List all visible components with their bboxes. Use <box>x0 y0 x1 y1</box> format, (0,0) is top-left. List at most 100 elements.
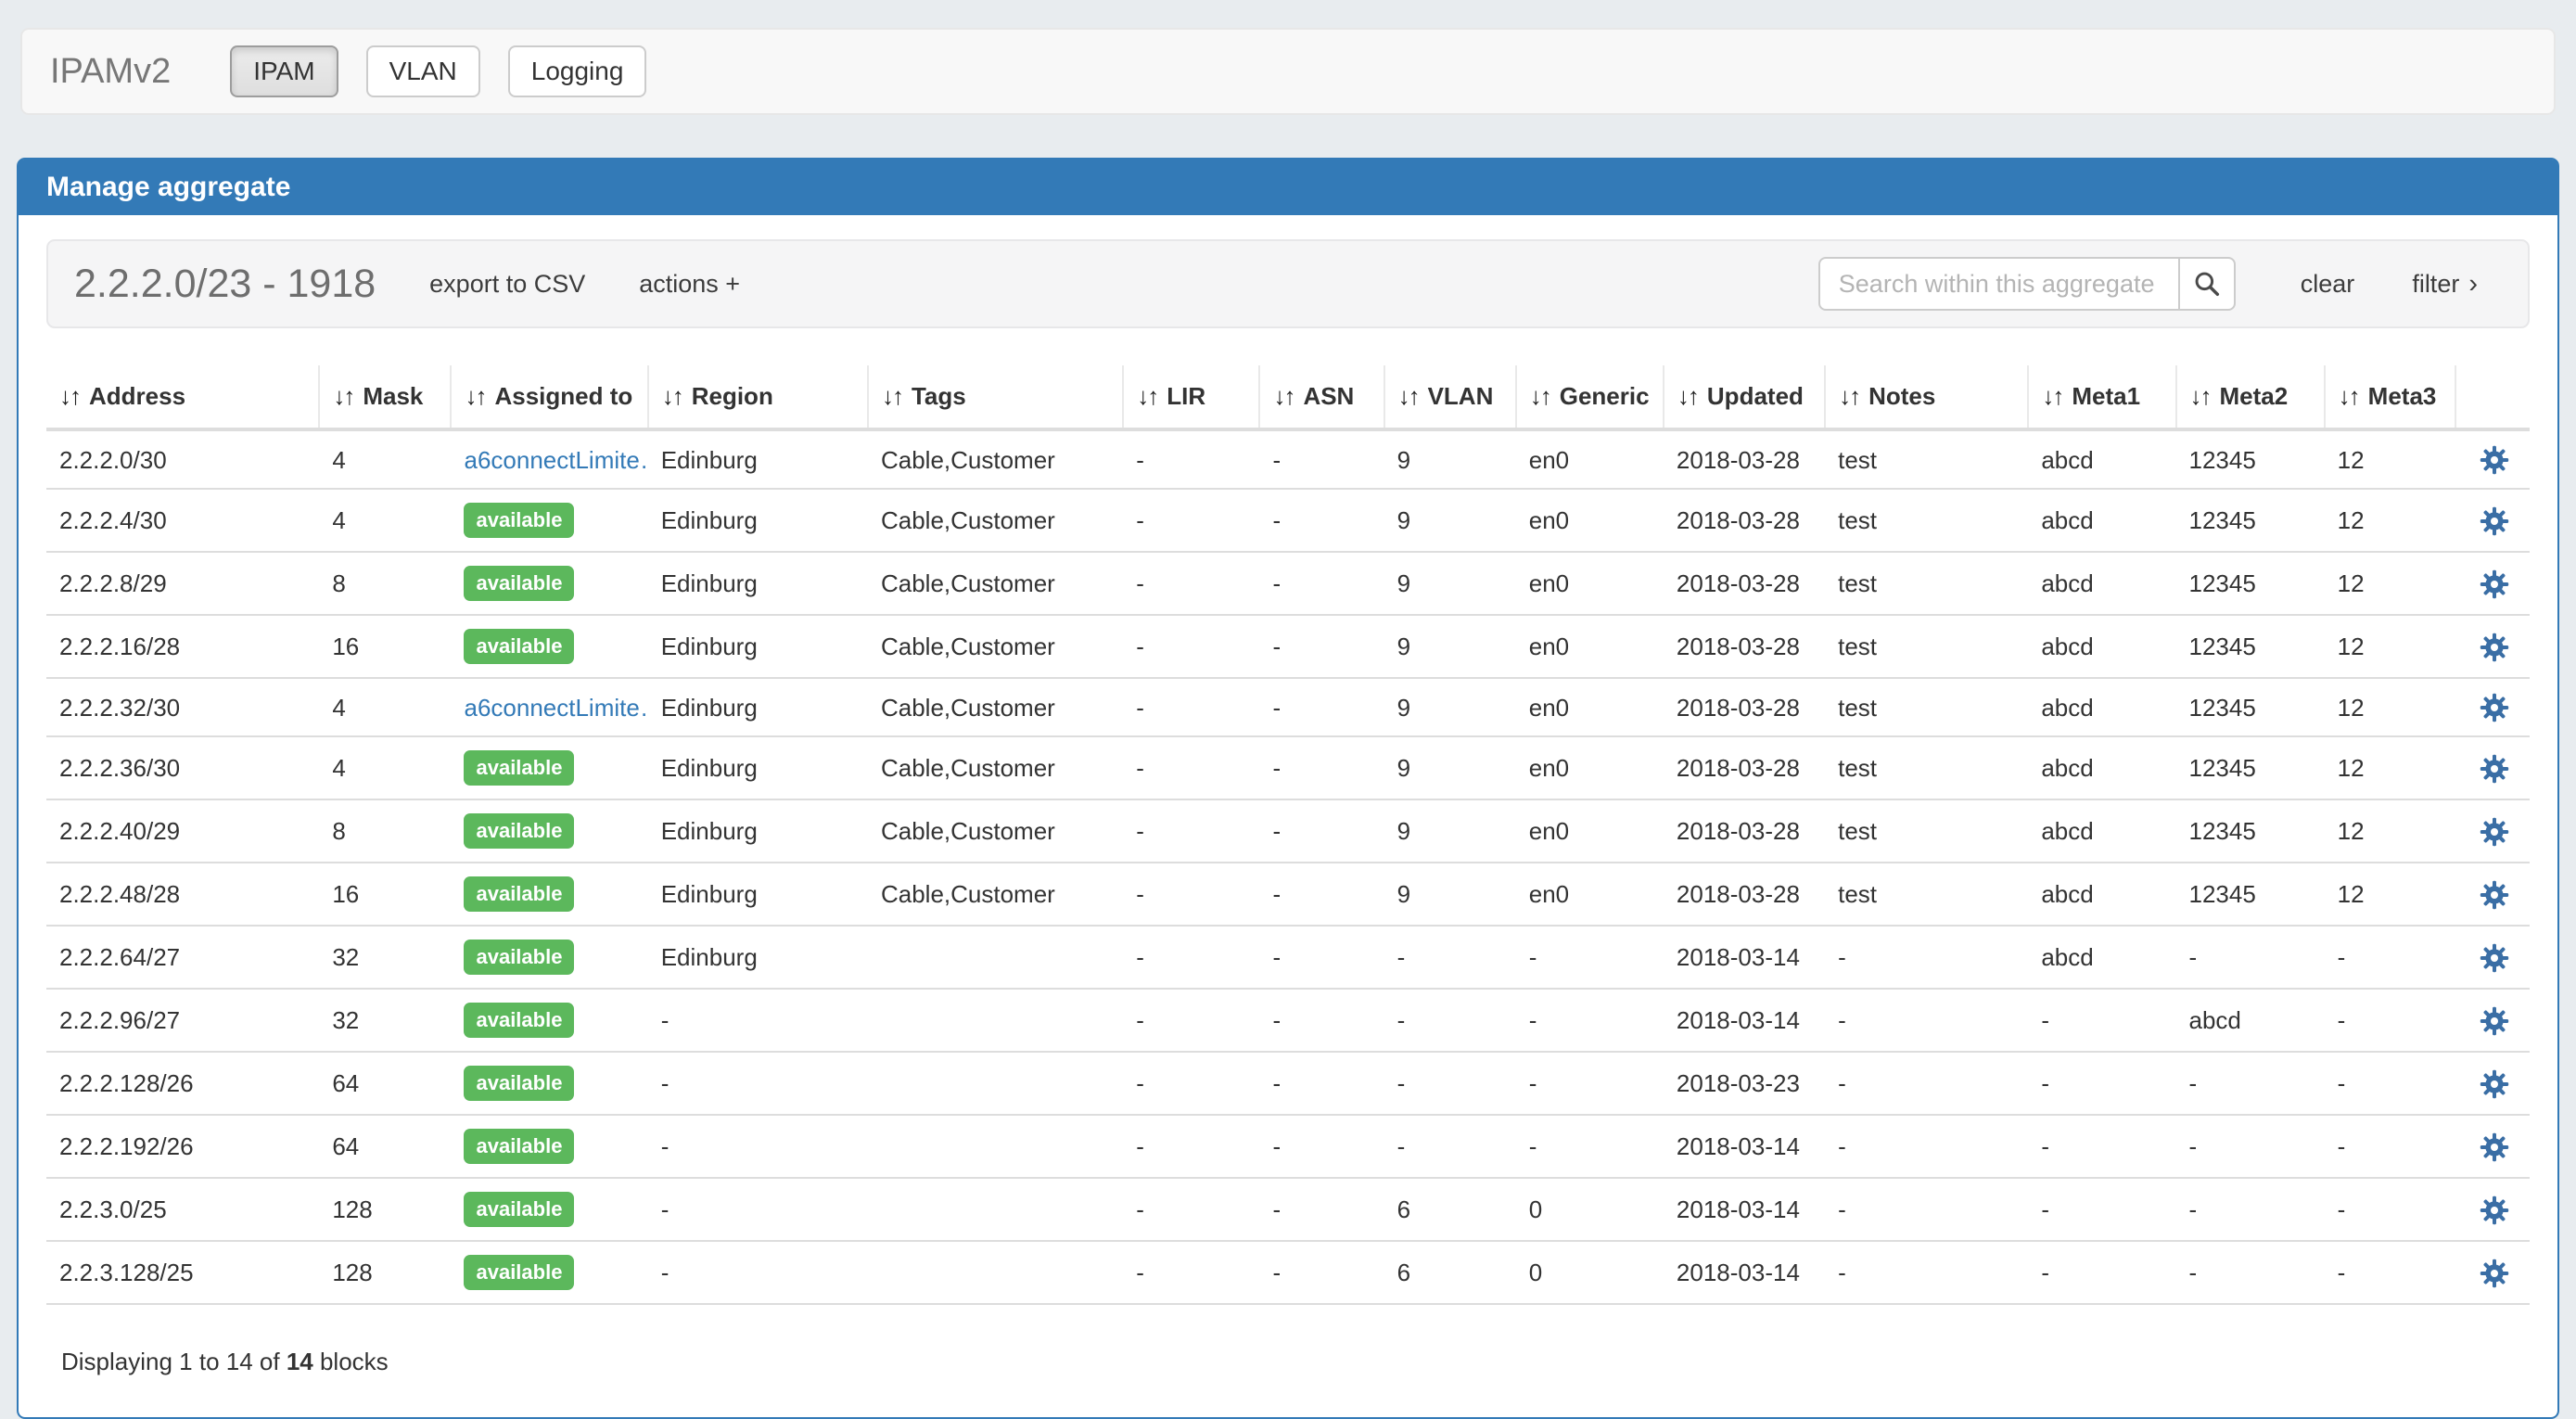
chevron-right-icon: › <box>2468 269 2478 300</box>
cell-meta1: abcd <box>2028 552 2175 615</box>
cell-assigned-to: available <box>451 926 647 989</box>
cell-region: Edinburg <box>648 678 868 736</box>
column-header-tags[interactable]: ↓↑Tags <box>868 365 1123 429</box>
cell-updated: 2018-03-28 <box>1664 552 1825 615</box>
cell-meta3: 12 <box>2325 429 2455 489</box>
column-header-meta1[interactable]: ↓↑Meta1 <box>2028 365 2175 429</box>
cell-actions <box>2455 1115 2530 1178</box>
table-row: 2.2.2.0/30 4 a6connectLimite… Edinburg C… <box>46 429 2530 489</box>
sort-icon: ↓↑ <box>333 382 353 410</box>
cell-actions <box>2455 926 2530 989</box>
cell-address: 2.2.2.40/29 <box>46 799 319 863</box>
actions-menu-link[interactable]: actions + <box>639 270 740 299</box>
column-label: VLAN <box>1428 382 1494 410</box>
assigned-link[interactable]: a6connectLimite… <box>464 694 647 722</box>
column-header-notes[interactable]: ↓↑Notes <box>1825 365 2028 429</box>
cell-vlan: 9 <box>1384 429 1516 489</box>
gear-icon[interactable] <box>2480 754 2509 784</box>
cell-meta2: - <box>2176 1115 2325 1178</box>
assigned-link[interactable]: a6connectLimite… <box>464 446 647 474</box>
cell-vlan: - <box>1384 1052 1516 1115</box>
cell-address: 2.2.3.128/25 <box>46 1241 319 1303</box>
cell-mask: 16 <box>319 863 451 926</box>
cell-meta2: abcd <box>2176 989 2325 1052</box>
table-row: 2.2.2.40/29 8 available Edinburg Cable,C… <box>46 799 2530 863</box>
column-header-assigned-to[interactable]: ↓↑Assigned to <box>451 365 647 429</box>
cell-meta1: - <box>2028 1115 2175 1178</box>
search-button[interactable] <box>2178 257 2236 311</box>
search-group: clear filter› <box>1818 257 2502 311</box>
cell-region: - <box>648 1115 868 1178</box>
column-header-region[interactable]: ↓↑ Region <box>648 365 868 429</box>
gear-icon[interactable] <box>2480 693 2509 722</box>
gear-icon[interactable] <box>2480 1259 2509 1288</box>
cell-mask: 4 <box>319 678 451 736</box>
cell-assigned-to: available <box>451 552 647 615</box>
column-label: Meta2 <box>2220 382 2289 410</box>
cell-assigned-to: available <box>451 736 647 799</box>
sort-icon: ↓↑ <box>662 382 682 410</box>
clear-link[interactable]: clear <box>2301 270 2355 299</box>
column-header-generic[interactable]: ↓↑Generic <box>1516 365 1664 429</box>
gear-icon[interactable] <box>2480 943 2509 973</box>
search-input[interactable] <box>1818 257 2180 311</box>
nav-tab-logging[interactable]: Logging <box>508 45 647 98</box>
gear-icon[interactable] <box>2480 506 2509 536</box>
cell-meta1: - <box>2028 1052 2175 1115</box>
column-header-asn[interactable]: ↓↑ASN <box>1259 365 1384 429</box>
column-header-vlan[interactable]: ↓↑VLAN <box>1384 365 1516 429</box>
column-label: LIR <box>1167 382 1205 410</box>
gear-icon[interactable] <box>2480 569 2509 599</box>
column-label: Meta1 <box>2072 382 2140 410</box>
cell-region: Edinburg <box>648 489 868 552</box>
cell-lir: - <box>1123 1052 1259 1115</box>
column-header-lir[interactable]: ↓↑LIR <box>1123 365 1259 429</box>
gear-icon[interactable] <box>2480 633 2509 662</box>
cell-assigned-to: available <box>451 1178 647 1241</box>
cell-meta2: - <box>2176 1241 2325 1303</box>
cell-generic: en0 <box>1516 678 1664 736</box>
export-csv-link[interactable]: export to CSV <box>429 270 585 299</box>
column-header-updated[interactable]: ↓↑Updated <box>1664 365 1825 429</box>
nav-tab-ipam[interactable]: IPAM <box>230 45 338 98</box>
gear-icon[interactable] <box>2480 817 2509 847</box>
cell-asn: - <box>1259 1115 1384 1178</box>
column-header-meta2[interactable]: ↓↑ Meta2 <box>2176 365 2325 429</box>
gear-icon[interactable] <box>2480 880 2509 910</box>
gear-icon[interactable] <box>2480 1132 2509 1162</box>
cell-vlan: 9 <box>1384 552 1516 615</box>
cell-meta1: abcd <box>2028 736 2175 799</box>
column-header-mask[interactable]: ↓↑Mask <box>319 365 451 429</box>
cell-updated: 2018-03-28 <box>1664 863 1825 926</box>
gear-icon[interactable] <box>2480 445 2509 475</box>
available-badge: available <box>464 566 574 601</box>
gear-icon[interactable] <box>2480 1006 2509 1036</box>
cell-notes: - <box>1825 1052 2028 1115</box>
cell-generic: en0 <box>1516 552 1664 615</box>
column-header-meta3[interactable]: ↓↑Meta3 <box>2325 365 2455 429</box>
cell-meta3: - <box>2325 1052 2455 1115</box>
cell-address: 2.2.2.48/28 <box>46 863 319 926</box>
cell-notes: - <box>1825 989 2028 1052</box>
column-header-address[interactable]: ↓↑Address <box>46 365 319 429</box>
gear-icon[interactable] <box>2480 1195 2509 1225</box>
cell-notes: - <box>1825 1115 2028 1178</box>
table-row: 2.2.3.0/25 128 available - - - 6 0 2018-… <box>46 1178 2530 1241</box>
manage-aggregate-panel: Manage aggregate 2.2.2.0/23 - 1918 expor… <box>17 158 2559 1419</box>
cell-notes: test <box>1825 615 2028 678</box>
cell-mask: 16 <box>319 615 451 678</box>
cell-meta2: 12345 <box>2176 489 2325 552</box>
nav-tab-vlan[interactable]: VLAN <box>366 45 480 98</box>
cell-asn: - <box>1259 1178 1384 1241</box>
cell-notes: test <box>1825 552 2028 615</box>
status-suffix: blocks <box>313 1348 389 1375</box>
filter-link[interactable]: filter› <box>2412 269 2478 300</box>
sort-icon: ↓↑ <box>2190 382 2211 410</box>
cell-meta3: 12 <box>2325 615 2455 678</box>
gear-icon[interactable] <box>2480 1069 2509 1099</box>
cell-region: Edinburg <box>648 429 868 489</box>
cell-lir: - <box>1123 1178 1259 1241</box>
cell-actions <box>2455 1241 2530 1303</box>
cell-meta1: abcd <box>2028 429 2175 489</box>
column-label: Region <box>692 382 773 410</box>
